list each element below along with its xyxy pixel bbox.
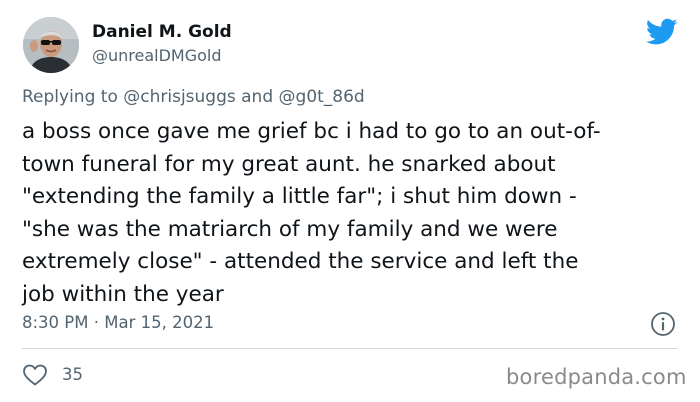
mention-link-2[interactable]: @g0t_86d (279, 87, 365, 107)
avatar-image (23, 17, 79, 73)
replying-to-line: Replying to @chrisjsuggs and @g0t_86d (22, 87, 365, 107)
info-icon[interactable] (650, 311, 676, 337)
tweet-card: Daniel M. Gold @unrealDMGold Replying to… (0, 0, 700, 402)
mention-link-1[interactable]: @chrisjsuggs (123, 87, 235, 107)
replying-joiner: and (241, 87, 274, 107)
watermark: boredpanda.com (506, 365, 687, 389)
tweet-body-line: town funeral for my great aunt. he snark… (22, 151, 556, 177)
twitter-bird-icon (645, 18, 678, 46)
avatar[interactable] (23, 17, 79, 73)
author-display-name[interactable]: Daniel M. Gold (92, 22, 232, 42)
tweet-body-line: a boss once gave me grief bc i had to go… (22, 119, 601, 144)
divider (22, 348, 678, 349)
tweet-body: a boss once gave me grief bc i had to go… (22, 116, 682, 311)
heart-icon[interactable] (22, 363, 48, 387)
author-handle[interactable]: @unrealDMGold (92, 46, 222, 65)
tweet-body-line: "extending the family a little far"; i s… (22, 184, 577, 209)
tweet-body-line: "she was the matriarch of my family and … (22, 216, 558, 242)
tweet-body-line: extremely close" - attended the service … (22, 249, 579, 274)
like-count: 35 (62, 365, 83, 384)
tweet-body-line: job within the year (22, 281, 224, 307)
replying-prefix: Replying to (22, 87, 118, 107)
tweet-timestamp[interactable]: 8:30 PM · Mar 15, 2021 (22, 313, 214, 332)
